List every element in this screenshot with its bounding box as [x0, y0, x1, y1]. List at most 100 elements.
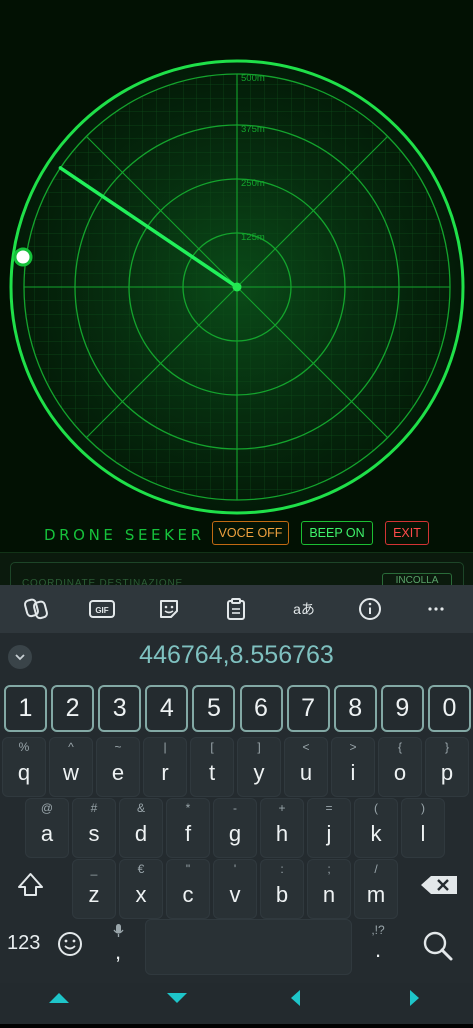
number-key-5[interactable]: 5 [192, 685, 236, 732]
gif-icon[interactable]: GIF [89, 597, 115, 621]
number-key-9[interactable]: 9 [380, 685, 424, 732]
number-key-4[interactable]: 4 [145, 685, 189, 732]
key-secondary-label: : [280, 862, 284, 876]
letter-key-n[interactable]: ; n [307, 859, 351, 919]
translate-label: aあ [293, 601, 315, 617]
key-secondary-label: [ [210, 740, 214, 754]
nav-down-arrow-icon[interactable] [167, 993, 187, 1003]
key-main-label: f [184, 821, 192, 846]
nav-left-arrow-icon[interactable] [291, 990, 300, 1006]
key-main-label: c [182, 882, 194, 907]
key-main-label: m [366, 882, 386, 907]
key-secondary-label: / [374, 862, 378, 876]
beep-toggle-button[interactable]: BEEP ON [301, 521, 373, 545]
suggestion-text[interactable]: 446764,8.556763 [0, 641, 473, 670]
key-secondary-label: ' [233, 862, 237, 876]
letter-key-w[interactable]: ^ w [49, 737, 93, 797]
letter-key-p[interactable]: } p [425, 737, 469, 797]
period-key[interactable]: ,!? . [360, 919, 396, 975]
clipboard-icon[interactable] [223, 597, 249, 621]
period-secondary: ,!? [371, 923, 385, 937]
letter-key-x[interactable]: € x [119, 859, 163, 919]
number-key-3[interactable]: 3 [98, 685, 142, 732]
number-key-6[interactable]: 6 [239, 685, 283, 732]
radar-range-label: 250m [241, 178, 265, 189]
target-blip [13, 247, 33, 267]
number-key-2[interactable]: 2 [51, 685, 95, 732]
comma-key[interactable]: , [100, 919, 136, 975]
key-main-label: v [229, 882, 241, 907]
number-key-8[interactable]: 8 [333, 685, 377, 732]
translate-icon[interactable]: aあ [289, 597, 319, 621]
letter-key-q[interactable]: % q [2, 737, 46, 797]
key-secondary-label: | [163, 740, 167, 754]
shift-icon [18, 873, 43, 896]
key-main-label: z [88, 882, 100, 907]
letter-key-t[interactable]: [t [190, 737, 234, 797]
letter-key-h[interactable]: + h [260, 798, 304, 858]
letter-key-z[interactable]: _ z [72, 859, 116, 919]
number-key-0[interactable]: 0 [427, 685, 471, 732]
voice-toggle-button[interactable]: VOCE OFF [212, 521, 289, 545]
shift-key[interactable] [7, 860, 54, 920]
nav-up-arrow-icon[interactable] [49, 993, 69, 1003]
gif-label: GIF [95, 606, 108, 615]
sticker-icon[interactable] [156, 597, 182, 621]
letter-key-l[interactable]: ) l [401, 798, 445, 858]
letter-key-v[interactable]: ' v [213, 859, 257, 919]
key-main-label: i [350, 760, 356, 785]
space-key[interactable] [145, 919, 352, 975]
letter-key-y[interactable]: ] y [237, 737, 281, 797]
radar-range-label: 375m [241, 124, 265, 135]
letter-key-f[interactable]: * f [166, 798, 210, 858]
mode-key-123[interactable]: 123 [7, 932, 40, 955]
key-main-label: e [111, 760, 125, 785]
letter-key-i[interactable]: > i [331, 737, 375, 797]
letter-key-u[interactable]: < u [284, 737, 328, 797]
key-main-label: s [88, 821, 100, 846]
key-secondary-label: ~ [114, 740, 122, 754]
letter-key-k[interactable]: (k [354, 798, 398, 858]
letter-key-r[interactable]: | r [143, 737, 187, 797]
number-key-7[interactable]: 7 [286, 685, 330, 732]
key-main-label: o [393, 760, 407, 785]
exit-button[interactable]: EXIT [385, 521, 429, 545]
emoji-icon[interactable] [55, 929, 87, 961]
key-main-label: y [253, 760, 265, 785]
key-secondary-label: # [90, 801, 98, 815]
backspace-key[interactable] [413, 860, 465, 920]
key-secondary-label: = [325, 801, 333, 815]
key-secondary-label: - [233, 801, 237, 815]
app-title: DRONE SEEKER [44, 526, 205, 544]
comma-label: , [114, 939, 122, 964]
destination-panel: COORDINATE DESTINAZIONE INCOLLA [0, 552, 473, 594]
letter-key-a[interactable]: @ a [25, 798, 69, 858]
radar-center-dot [232, 282, 242, 292]
letter-key-j[interactable]: = j [307, 798, 351, 858]
number-key-1[interactable]: 1 [4, 685, 47, 732]
search-icon [423, 931, 453, 961]
more-icon[interactable] [423, 597, 449, 621]
info-icon[interactable] [357, 597, 383, 621]
letter-key-b[interactable]: :b [260, 859, 304, 919]
letter-key-c[interactable]: " c [166, 859, 210, 919]
key-main-label: g [228, 821, 242, 846]
key-secondary-label: € [137, 862, 145, 876]
letter-key-e[interactable]: ~ e [96, 737, 140, 797]
key-main-label: j [326, 821, 332, 846]
key-secondary-label: " [185, 862, 191, 876]
key-secondary-label: ( [374, 801, 378, 815]
search-key[interactable] [414, 923, 462, 971]
key-secondary-label: ; [327, 862, 331, 876]
key-main-label: w [63, 760, 79, 785]
letter-key-d[interactable]: & d [119, 798, 163, 858]
key-main-label: r [161, 760, 169, 785]
letter-key-o[interactable]: {o [378, 737, 422, 797]
letter-key-m[interactable]: / m [354, 859, 398, 919]
copilot-icon[interactable] [23, 597, 49, 621]
key-secondary-label: ^ [68, 740, 74, 754]
letter-key-s[interactable]: # s [72, 798, 116, 858]
nav-right-arrow-icon[interactable] [410, 990, 419, 1006]
letter-key-g[interactable]: -g [213, 798, 257, 858]
key-secondary-label: ) [421, 801, 425, 815]
